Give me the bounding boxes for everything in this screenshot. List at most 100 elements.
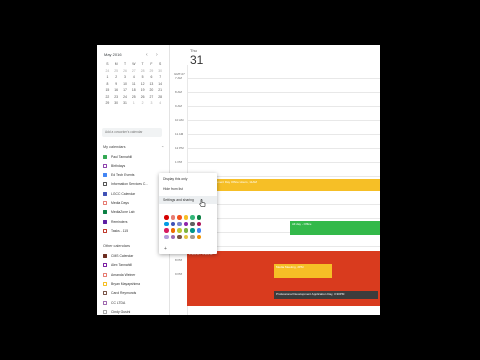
- color-swatch[interactable]: [183, 234, 189, 240]
- hide-from-list-item[interactable]: Hide from list: [163, 187, 183, 191]
- mini-calendar-day[interactable]: 31: [121, 101, 130, 105]
- mini-calendar-day[interactable]: 24: [103, 69, 112, 73]
- mini-calendar-day[interactable]: 10: [121, 82, 130, 86]
- calendar-checkbox[interactable]: [103, 210, 107, 215]
- mini-calendar-day[interactable]: 28: [156, 95, 165, 99]
- mini-calendar-day[interactable]: 27: [129, 69, 138, 73]
- mini-calendar-day[interactable]: 21: [156, 88, 165, 92]
- mini-calendar-day[interactable]: 1: [103, 75, 112, 79]
- calendar-item[interactable]: LGCC Calendar: [103, 191, 135, 197]
- display-this-only-item[interactable]: Display this only: [163, 177, 188, 181]
- color-swatch[interactable]: [164, 215, 169, 220]
- mini-calendar-day[interactable]: 28: [138, 69, 147, 73]
- calendar-checkbox[interactable]: [103, 182, 107, 187]
- mini-calendar-day[interactable]: 13: [147, 82, 156, 86]
- add-custom-color-icon[interactable]: +: [164, 246, 167, 252]
- color-swatch[interactable]: [164, 221, 169, 227]
- mini-calendar-day[interactable]: 16: [112, 88, 121, 92]
- calendar-item[interactable]: Media Days: [103, 200, 129, 206]
- calendar-checkbox[interactable]: [103, 191, 107, 196]
- calendar-checkbox[interactable]: [103, 228, 107, 233]
- color-swatch[interactable]: [177, 228, 182, 233]
- calendar-item[interactable]: Tasks - 115: [103, 228, 128, 234]
- mini-calendar-day[interactable]: 22: [103, 95, 112, 99]
- mini-calendar-day[interactable]: 29: [103, 101, 112, 105]
- color-swatch[interactable]: [177, 234, 182, 240]
- color-swatch[interactable]: [170, 215, 176, 220]
- calendar-checkbox[interactable]: [103, 281, 107, 286]
- mini-calendar-day[interactable]: 1: [129, 101, 138, 105]
- color-swatch[interactable]: [190, 221, 195, 227]
- mini-calendar-day[interactable]: 8: [103, 82, 112, 86]
- mini-calendar-day[interactable]: 30: [156, 69, 165, 73]
- calendar-item[interactable]: Alex Tannahill: [103, 262, 132, 268]
- calendar-item[interactable]: Carol Reymunds: [103, 290, 136, 296]
- mini-calendar-day[interactable]: 26: [138, 95, 147, 99]
- my-calendars-title[interactable]: My calendars: [103, 145, 126, 149]
- color-swatch[interactable]: [190, 234, 195, 240]
- mini-calendar-day[interactable]: 6: [147, 75, 156, 79]
- color-swatch[interactable]: [183, 221, 189, 227]
- mini-calendar-day[interactable]: 11: [129, 82, 138, 86]
- calendar-checkbox[interactable]: [103, 163, 107, 168]
- chevron-right-icon[interactable]: ›: [156, 52, 158, 58]
- color-swatch[interactable]: [170, 221, 176, 227]
- calendar-checkbox[interactable]: [103, 309, 107, 314]
- mini-calendar-day[interactable]: 29: [147, 69, 156, 73]
- mini-calendar-day[interactable]: 15: [103, 88, 112, 92]
- calendar-item[interactable]: Reminders: [103, 219, 127, 225]
- calendar-checkbox[interactable]: [103, 263, 107, 268]
- color-swatch[interactable]: [164, 228, 169, 233]
- calendar-checkbox[interactable]: [103, 154, 107, 159]
- calendar-item[interactable]: Amanda Weiner: [103, 272, 135, 278]
- mini-calendar-day[interactable]: 2: [138, 101, 147, 105]
- color-swatch[interactable]: [190, 228, 195, 233]
- calendar-checkbox[interactable]: [103, 272, 107, 277]
- color-swatch[interactable]: [196, 234, 202, 240]
- color-swatch[interactable]: [183, 228, 189, 233]
- chevron-up-icon[interactable]: ⌃: [161, 145, 164, 150]
- calendar-item[interactable]: Information Services C...: [103, 181, 148, 187]
- mini-calendar-day[interactable]: 27: [147, 95, 156, 99]
- calendar-checkbox[interactable]: [103, 173, 107, 178]
- event-block[interactable]: Professional Development Application Day…: [274, 291, 378, 299]
- mini-calendar-day[interactable]: 5: [138, 75, 147, 79]
- calendar-item[interactable]: Paul Tannahill: [103, 154, 132, 160]
- color-swatch[interactable]: [196, 215, 202, 220]
- mini-calendar-day[interactable]: 20: [147, 88, 156, 92]
- calendar-item[interactable]: MediaZone Lab: [103, 209, 135, 215]
- color-swatch[interactable]: [170, 234, 176, 240]
- event-block[interactable]: Media Meeting, 2PM: [274, 264, 332, 278]
- mini-calendar-day[interactable]: 12: [138, 82, 147, 86]
- calendar-checkbox[interactable]: [103, 201, 107, 205]
- color-swatch[interactable]: [177, 221, 182, 227]
- calendar-checkbox[interactable]: [103, 254, 107, 258]
- calendar-item[interactable]: CC LTDA: [103, 300, 125, 306]
- calendar-item[interactable]: Birthdays: [103, 163, 125, 169]
- calendar-item[interactable]: Cindy Gusini: [103, 309, 130, 315]
- mini-calendar-day[interactable]: 19: [138, 88, 147, 92]
- add-coworker-search[interactable]: Add a coworker's calendar: [102, 128, 162, 137]
- day-number[interactable]: 31: [190, 53, 203, 67]
- event-block[interactable]: All day - Office: [290, 221, 380, 235]
- color-swatch[interactable]: [164, 234, 169, 240]
- mini-calendar-day[interactable]: 25: [129, 95, 138, 99]
- color-swatch[interactable]: [183, 215, 189, 220]
- mini-calendar-day[interactable]: 17: [121, 88, 130, 92]
- calendar-item[interactable]: Ed Tech Events: [103, 172, 135, 178]
- calendar-checkbox[interactable]: [103, 219, 107, 224]
- mini-calendar-day[interactable]: 26: [121, 69, 130, 73]
- mini-calendar-day[interactable]: 4: [129, 75, 138, 79]
- color-swatch[interactable]: [170, 228, 176, 233]
- settings-and-sharing-item[interactable]: Settings and sharing: [159, 196, 217, 204]
- color-swatch[interactable]: [177, 215, 182, 220]
- mini-calendar-day[interactable]: 14: [156, 82, 165, 86]
- color-swatch[interactable]: [196, 221, 202, 227]
- mini-calendar-day[interactable]: 9: [112, 82, 121, 86]
- mini-calendar-day[interactable]: 30: [112, 101, 121, 105]
- mini-calendar-day[interactable]: 4: [156, 101, 165, 105]
- mini-calendar-day[interactable]: 23: [112, 95, 121, 99]
- mini-calendar-day[interactable]: 24: [121, 95, 130, 99]
- mini-calendar-day[interactable]: 18: [129, 88, 138, 92]
- calendar-item[interactable]: CMS Calendar: [103, 253, 133, 259]
